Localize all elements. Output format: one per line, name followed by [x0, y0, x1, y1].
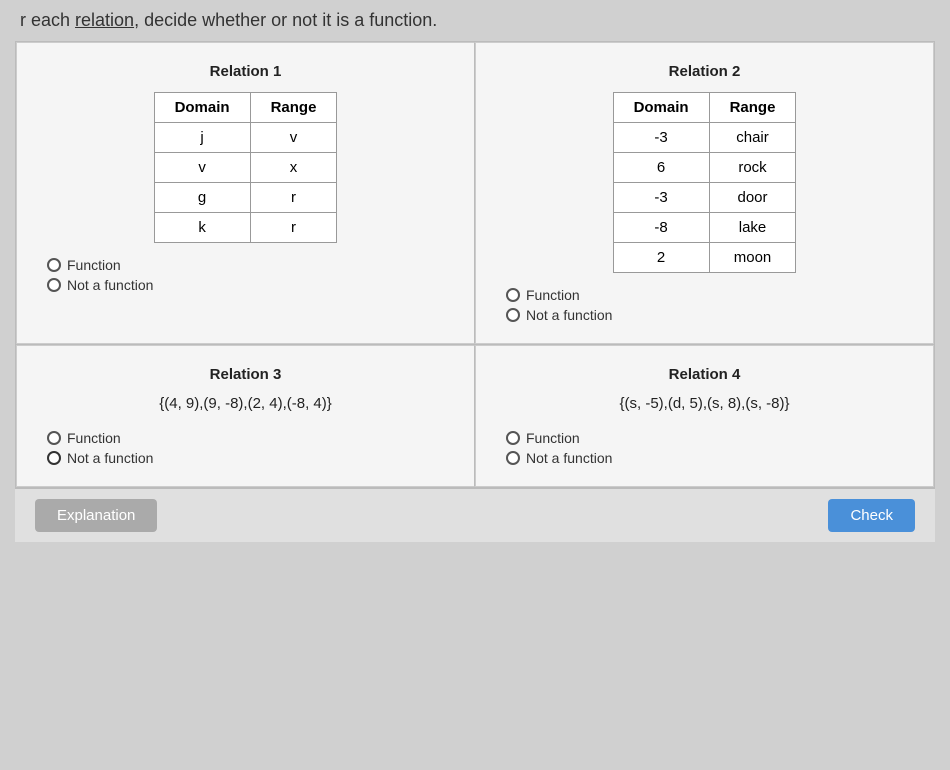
relation4-notfunction-radio[interactable] — [506, 451, 520, 465]
relation4-cell: Relation 4 {(s, -5),(d, 5),(s, 8),(s, -8… — [475, 345, 934, 487]
relation1-options: Function Not a function — [37, 257, 454, 293]
relation1-notfunction-option[interactable]: Not a function — [47, 277, 454, 293]
table-row: jv — [154, 123, 337, 153]
page-header: r each relation, decide whether or not i… — [10, 10, 940, 31]
relation3-notfunction-option[interactable]: Not a function — [47, 450, 454, 466]
relation1-function-label: Function — [67, 257, 121, 273]
relation2-col-range: Range — [709, 93, 796, 123]
relation1-title: Relation 1 — [37, 63, 454, 80]
relation1-col-domain: Domain — [154, 93, 250, 123]
table-row: -8lake — [613, 213, 796, 243]
relation4-set: {(s, -5),(d, 5),(s, 8),(s, -8)} — [496, 395, 913, 412]
relation2-notfunction-radio[interactable] — [506, 308, 520, 322]
table-row: vx — [154, 153, 337, 183]
table-row: kr — [154, 213, 337, 243]
table-row: 6rock — [613, 153, 796, 183]
relation2-table: Domain Range -3chair6rock-3door-8lake2mo… — [613, 92, 797, 273]
relation1-table: Domain Range jvvxgrkr — [154, 92, 338, 243]
relation4-function-option[interactable]: Function — [506, 430, 913, 446]
relation1-notfunction-radio[interactable] — [47, 278, 61, 292]
relation1-function-radio[interactable] — [47, 258, 61, 272]
relation1-col-range: Range — [250, 93, 337, 123]
relation2-function-option[interactable]: Function — [506, 287, 913, 303]
relation4-notfunction-label: Not a function — [526, 450, 612, 466]
relation3-title: Relation 3 — [37, 366, 454, 383]
relation4-notfunction-option[interactable]: Not a function — [506, 450, 913, 466]
relation2-title: Relation 2 — [496, 63, 913, 80]
relation1-function-option[interactable]: Function — [47, 257, 454, 273]
relation3-function-label: Function — [67, 430, 121, 446]
bottom-row: Relation 3 {(4, 9),(9, -8),(2, 4),(-8, 4… — [16, 345, 934, 487]
relation3-cell: Relation 3 {(4, 9),(9, -8),(2, 4),(-8, 4… — [16, 345, 475, 487]
check-button[interactable]: Check — [828, 499, 915, 532]
relation3-options: Function Not a function — [37, 430, 454, 466]
relation3-notfunction-radio[interactable] — [47, 451, 61, 465]
relation3-set: {(4, 9),(9, -8),(2, 4),(-8, 4)} — [37, 395, 454, 412]
relation3-notfunction-label: Not a function — [67, 450, 153, 466]
relation4-function-radio[interactable] — [506, 431, 520, 445]
table-row: -3door — [613, 183, 796, 213]
footer-row: Explanation Check — [15, 488, 935, 542]
relation2-notfunction-option[interactable]: Not a function — [506, 307, 913, 323]
relation4-function-label: Function — [526, 430, 580, 446]
relation3-function-radio[interactable] — [47, 431, 61, 445]
relation4-title: Relation 4 — [496, 366, 913, 383]
relation1-notfunction-label: Not a function — [67, 277, 153, 293]
relation2-function-radio[interactable] — [506, 288, 520, 302]
explanation-button[interactable]: Explanation — [35, 499, 157, 532]
relation2-options: Function Not a function — [496, 287, 913, 323]
top-row: Relation 1 Domain Range jvvxgrkr Functio… — [16, 42, 934, 345]
relation1-cell: Relation 1 Domain Range jvvxgrkr Functio… — [16, 42, 475, 344]
table-row: -3chair — [613, 123, 796, 153]
relation3-function-option[interactable]: Function — [47, 430, 454, 446]
main-container: Relation 1 Domain Range jvvxgrkr Functio… — [15, 41, 935, 488]
relation2-col-domain: Domain — [613, 93, 709, 123]
relation2-function-label: Function — [526, 287, 580, 303]
relation2-notfunction-label: Not a function — [526, 307, 612, 323]
relation4-options: Function Not a function — [496, 430, 913, 466]
table-row: gr — [154, 183, 337, 213]
table-row: 2moon — [613, 243, 796, 273]
relation2-cell: Relation 2 Domain Range -3chair6rock-3do… — [475, 42, 934, 344]
